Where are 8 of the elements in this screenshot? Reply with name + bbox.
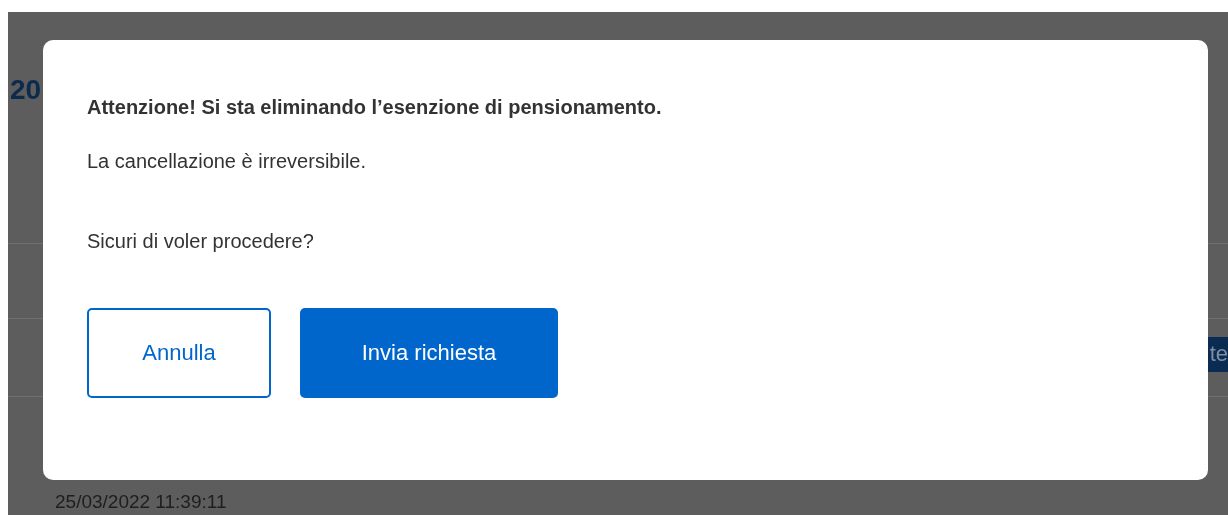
page-button[interactable]: te (1207, 337, 1228, 372)
submit-button[interactable]: Invia richiesta (300, 308, 558, 398)
timestamp: 25/03/2022 11:39:11 (55, 492, 227, 512)
cancel-button[interactable]: Annulla (87, 308, 271, 398)
dialog-title: Attenzione! Si sta eliminando l’esenzione di pensionamento. (87, 95, 663, 120)
page-heading: 20 (10, 74, 42, 106)
dialog-question: Sicuri di voler procedere? (87, 229, 315, 254)
dialog-message: La cancellazione è irreversibile. (87, 149, 368, 174)
